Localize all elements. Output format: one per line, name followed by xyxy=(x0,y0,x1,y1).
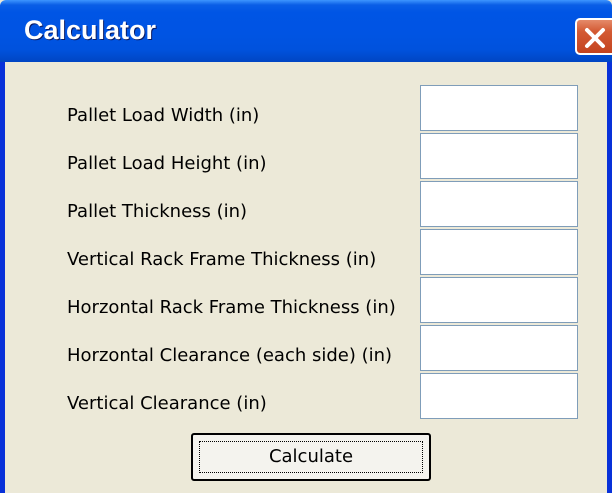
vertical-clearance-input[interactable] xyxy=(420,373,578,419)
horizontal-clearance-input[interactable] xyxy=(420,325,578,371)
window-title: Calculator xyxy=(24,15,157,45)
pallet-load-width-label: Pallet Load Width (in) xyxy=(67,105,260,126)
window-frame-right xyxy=(607,62,612,493)
horizontal-rack-frame-thickness-input[interactable] xyxy=(420,277,578,323)
calculate-button[interactable]: Calculate xyxy=(191,433,431,481)
pallet-thickness-label: Pallet Thickness (in) xyxy=(67,201,248,222)
title-bar[interactable]: Calculator xyxy=(0,0,612,62)
calculate-button-label: Calculate xyxy=(268,446,354,467)
horizontal-clearance-label: Horzontal Clearance (each side) (in) xyxy=(67,345,393,366)
pallet-thickness-input[interactable] xyxy=(420,181,578,227)
vertical-rack-frame-thickness-label: Vertical Rack Frame Thickness (in) xyxy=(67,249,377,270)
vertical-clearance-label: Vertical Clearance (in) xyxy=(67,393,267,414)
pallet-load-width-input[interactable] xyxy=(420,85,578,131)
calculator-window: Calculator Pallet Load Width (in) Pallet… xyxy=(0,0,612,493)
vertical-rack-frame-thickness-input[interactable] xyxy=(420,229,578,275)
form-area: Pallet Load Width (in) Pallet Load Heigh… xyxy=(5,62,607,493)
pallet-load-height-label: Pallet Load Height (in) xyxy=(67,153,267,174)
close-icon xyxy=(585,28,605,48)
pallet-load-height-input[interactable] xyxy=(420,133,578,179)
close-button[interactable] xyxy=(575,18,612,55)
horizontal-rack-frame-thickness-label: Horzontal Rack Frame Thickness (in) xyxy=(67,297,396,318)
